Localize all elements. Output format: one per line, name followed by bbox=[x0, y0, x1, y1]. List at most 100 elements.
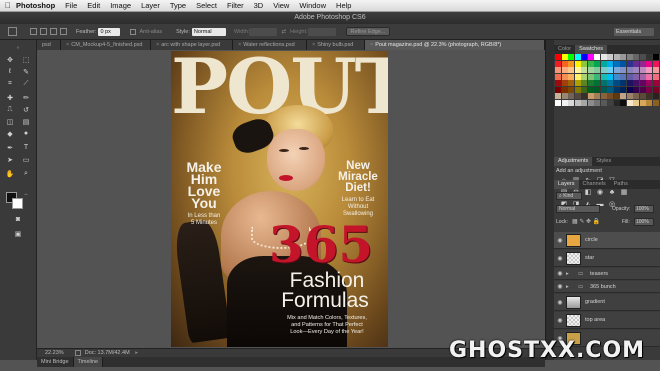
swatch[interactable] bbox=[620, 60, 626, 67]
eyedropper-tool-icon[interactable]: ⟋ bbox=[20, 78, 32, 89]
swatch[interactable] bbox=[581, 54, 587, 60]
zoom-level[interactable]: 22.23% bbox=[45, 350, 64, 356]
tab-adjustments[interactable]: Adjustments bbox=[554, 157, 593, 166]
swatch[interactable] bbox=[594, 86, 600, 93]
visibility-eye-icon[interactable]: ◉ bbox=[554, 283, 566, 290]
add-selection-icon[interactable] bbox=[40, 28, 47, 35]
swatch[interactable] bbox=[626, 67, 633, 73]
swatch[interactable] bbox=[652, 54, 659, 60]
swatch[interactable] bbox=[574, 93, 581, 99]
swatch[interactable] bbox=[633, 93, 639, 99]
menu-filter[interactable]: Filter bbox=[227, 1, 244, 10]
fill-input[interactable]: 100% bbox=[634, 218, 654, 226]
swatch[interactable] bbox=[633, 54, 639, 60]
swatch[interactable] bbox=[555, 80, 561, 86]
layer-filter-select[interactable]: ⌕ Kind bbox=[556, 192, 582, 200]
swatch[interactable] bbox=[581, 93, 587, 99]
swatch[interactable] bbox=[646, 86, 652, 93]
swatch[interactable] bbox=[574, 99, 581, 106]
tab-mini-bridge[interactable]: Mini Bridge bbox=[37, 357, 74, 367]
swatch[interactable] bbox=[600, 54, 607, 60]
brush-tool-icon[interactable]: ✏ bbox=[20, 92, 32, 103]
swatch[interactable] bbox=[646, 54, 652, 60]
swatch[interactable] bbox=[561, 80, 568, 86]
hand-tool-icon[interactable]: ✋ bbox=[4, 168, 16, 179]
eraser-tool-icon[interactable]: ◫ bbox=[4, 116, 16, 127]
close-icon[interactable]: × bbox=[312, 42, 315, 48]
app-menu[interactable]: Photoshop bbox=[16, 1, 55, 10]
menu-select[interactable]: Select bbox=[196, 1, 217, 10]
swatch[interactable] bbox=[607, 80, 613, 86]
swatch[interactable] bbox=[607, 54, 613, 60]
swatch[interactable] bbox=[568, 54, 574, 60]
swatch[interactable] bbox=[555, 60, 561, 67]
tab-color[interactable]: Color bbox=[554, 45, 575, 54]
swatch[interactable] bbox=[639, 73, 646, 80]
swatch[interactable] bbox=[646, 67, 652, 73]
swatch[interactable] bbox=[561, 99, 568, 106]
swatch[interactable] bbox=[555, 67, 561, 73]
swatch[interactable] bbox=[633, 73, 639, 80]
visibility-eye-icon[interactable]: ◉ bbox=[554, 237, 566, 244]
swatch[interactable] bbox=[581, 80, 587, 86]
swatch[interactable] bbox=[600, 67, 607, 73]
swatch[interactable] bbox=[646, 73, 652, 80]
swap-colors-icon[interactable]: ↔ bbox=[20, 188, 32, 199]
swatch[interactable] bbox=[574, 73, 581, 80]
status-arrow-icon[interactable]: ▸ bbox=[135, 350, 138, 356]
swatch[interactable] bbox=[568, 60, 574, 67]
layer-group-row[interactable]: ◉ ▸ ▭ teasers bbox=[554, 268, 660, 280]
swatch[interactable] bbox=[613, 67, 620, 73]
menu-window[interactable]: Window bbox=[299, 1, 326, 10]
swatch[interactable] bbox=[620, 86, 626, 93]
crop-tool-icon[interactable]: ⌗ bbox=[4, 78, 16, 89]
tab-timeline[interactable]: Timeline bbox=[73, 357, 104, 367]
tools-collapse-icon[interactable]: » bbox=[12, 42, 24, 53]
marquee-tool-preset-icon[interactable] bbox=[8, 27, 17, 36]
refine-edge-button[interactable]: Refine Edge... bbox=[345, 27, 391, 36]
swatch[interactable] bbox=[626, 93, 633, 99]
swatch[interactable] bbox=[620, 67, 626, 73]
menu-3d[interactable]: 3D bbox=[254, 1, 264, 10]
tab-document-3[interactable]: × arc with shape layer.psd bbox=[151, 40, 233, 50]
swatch[interactable] bbox=[555, 54, 561, 60]
apple-icon[interactable]:  bbox=[0, 1, 16, 10]
photo-filter-icon[interactable]: ◉ bbox=[596, 189, 604, 197]
visibility-eye-icon[interactable]: ◉ bbox=[554, 270, 566, 277]
swatch[interactable] bbox=[639, 80, 646, 86]
swatch[interactable] bbox=[574, 86, 581, 93]
swatch[interactable] bbox=[613, 54, 620, 60]
swatch[interactable] bbox=[574, 60, 581, 67]
swatch[interactable] bbox=[561, 86, 568, 93]
swatch[interactable] bbox=[555, 73, 561, 80]
zoom-tool-icon[interactable]: ⌕ bbox=[20, 168, 32, 179]
background-color-swatch[interactable] bbox=[12, 198, 23, 209]
swatch[interactable] bbox=[633, 86, 639, 93]
swatch[interactable] bbox=[594, 99, 600, 106]
swatch[interactable] bbox=[613, 60, 620, 67]
new-selection-icon[interactable] bbox=[30, 28, 37, 35]
swatch[interactable] bbox=[620, 54, 626, 60]
clone-stamp-tool-icon[interactable]: ⎍ bbox=[4, 104, 16, 115]
swatch[interactable] bbox=[639, 93, 646, 99]
lasso-tool-icon[interactable]: ℓ bbox=[4, 66, 16, 77]
black-white-icon[interactable]: ◧ bbox=[584, 189, 592, 197]
swatch[interactable] bbox=[652, 93, 659, 99]
swatch[interactable] bbox=[613, 80, 620, 86]
marquee-tool-icon[interactable]: ⬚ bbox=[20, 54, 32, 65]
swatch[interactable] bbox=[587, 99, 594, 106]
dodge-tool-icon[interactable]: ● bbox=[20, 128, 32, 139]
swatch[interactable] bbox=[607, 73, 613, 80]
swatch[interactable] bbox=[587, 93, 594, 99]
type-tool-icon[interactable]: T bbox=[20, 142, 32, 153]
channel-mixer-icon[interactable]: ♣ bbox=[608, 189, 616, 197]
tab-document-active[interactable]: × Pout magazine.psd @ 22.3% (photograph, … bbox=[365, 40, 545, 50]
swatch[interactable] bbox=[594, 80, 600, 86]
pen-tool-icon[interactable]: ✒ bbox=[4, 142, 16, 153]
layer-group-row[interactable]: ◉ ▸ ▭ 365 bunch bbox=[554, 281, 660, 293]
swatch[interactable] bbox=[574, 54, 581, 60]
swatch[interactable] bbox=[587, 67, 594, 73]
swatch[interactable] bbox=[600, 73, 607, 80]
tab-document-4[interactable]: × Water reflections.psd bbox=[233, 40, 307, 50]
blend-mode-select[interactable]: Normal bbox=[556, 205, 600, 213]
